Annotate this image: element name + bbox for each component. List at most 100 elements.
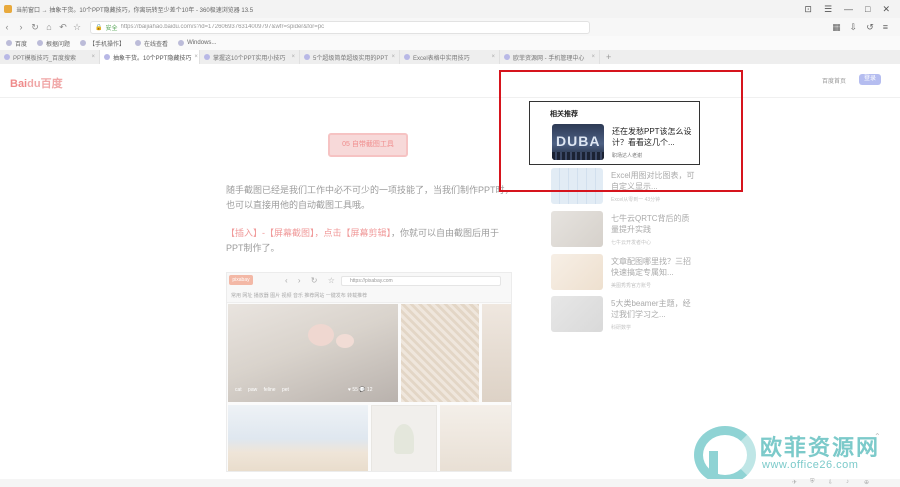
bookmark-icon	[135, 40, 142, 46]
tab-favicon-icon	[4, 54, 10, 60]
tab-close-icon[interactable]: ×	[194, 54, 198, 60]
article-screenshot-image: pixabay ‹ › ↻ ☆ https://pixabay.com 常用 网…	[226, 272, 512, 472]
shield-icon[interactable]: ⛨	[810, 479, 815, 486]
tab-excel-tips[interactable]: Excel表格中实用技巧 ×	[400, 50, 500, 64]
recommend-thumbnail	[551, 254, 603, 290]
tab-favicon-icon	[404, 54, 410, 60]
download-status-icon[interactable]: ⇩	[828, 479, 833, 486]
tab-close-icon[interactable]: ×	[491, 54, 495, 60]
baidu-logo[interactable]: Baidu百度	[10, 75, 63, 91]
address-bar[interactable]: 🔒 安全 https://baijiahao.baidu.com/s?id=17…	[90, 20, 590, 34]
tab-current-article[interactable]: 抽象干货。10个PPT隐藏技巧 ×	[100, 50, 200, 64]
maximize-icon[interactable]: □	[865, 4, 870, 15]
bookmark-icon	[178, 40, 185, 46]
paw-shape	[336, 334, 354, 348]
tab-ppt-tips[interactable]: 掌握这10个PPT实用小技巧 ×	[200, 50, 300, 64]
tab-close-icon[interactable]: ×	[391, 54, 395, 60]
embedded-bookmarks: 常用 网址 播放器 图片 视频 音乐 推荐网站 一键发布 转载推荐	[231, 293, 368, 299]
baidu-home-link[interactable]: 百度首页	[822, 76, 846, 85]
watermark-url: www.office26.com	[762, 459, 859, 471]
bookmark-item[interactable]: 根据问题	[37, 39, 70, 48]
embedded-browser-bar: pixabay ‹ › ↻ ☆ https://pixabay.com 常用 网…	[227, 273, 511, 303]
beach-photo	[228, 405, 368, 471]
undo-close-icon[interactable]: ↺	[866, 22, 874, 33]
tab-office26[interactable]: 欧菲资源网 - 手机管理中心 ×	[500, 50, 600, 64]
url-text[interactable]: https://baijiahao.baidu.com/s?id=1726069…	[121, 24, 325, 30]
paw-shape	[308, 324, 334, 346]
minimize-icon[interactable]: —	[844, 4, 853, 15]
skin-icon[interactable]: ⊡	[804, 4, 812, 15]
photo-stats: ♥ 55 💬 12	[348, 387, 373, 393]
extensions-icon[interactable]: ▦	[832, 22, 841, 33]
site-header: Baidu百度 百度首页 登录	[0, 64, 900, 98]
back-icon[interactable]: ‹	[0, 22, 14, 32]
tree-photo	[482, 304, 511, 402]
bookmark-icon	[37, 40, 44, 46]
bookmark-icon	[6, 40, 12, 46]
straw-photo	[401, 304, 479, 402]
recommend-item-title[interactable]: 七牛云QRTC背后的质量提升实践	[611, 213, 695, 235]
tab-ppt-simple[interactable]: 5个超级简单超级实用的PPT ×	[300, 50, 400, 64]
photo-tags: cat paw feline pet	[235, 387, 289, 393]
tab-close-icon[interactable]: ×	[291, 54, 295, 60]
recommend-item-source: 美图秀秀官方账号	[611, 283, 652, 289]
browser-logo-icon	[4, 5, 12, 13]
login-button[interactable]: 登录	[859, 74, 881, 85]
recommend-item[interactable]: 文章配图哪里找？三招快速搞定专属知... 美图秀秀官方账号	[551, 254, 701, 290]
undo-icon[interactable]: ↶	[56, 22, 70, 33]
browser-title-bar: 当前窗口 → 抽象干货。10个PPT隐藏技巧，你离玩转至少差个10年 - 360…	[0, 0, 900, 18]
zoom-icon[interactable]: ⊕	[864, 479, 869, 486]
favorite-star-icon[interactable]: ☆	[70, 22, 84, 33]
bookmark-item[interactable]: 【手机操作】	[80, 39, 125, 48]
highlight-annotation-box	[499, 70, 743, 192]
tab-favicon-icon	[304, 54, 310, 60]
recommend-thumbnail	[551, 296, 603, 332]
menu-icon[interactable]: ☰	[824, 4, 832, 15]
forward-icon[interactable]: ›	[14, 22, 28, 32]
pixabay-logo: pixabay	[229, 275, 253, 285]
tab-close-icon[interactable]: ×	[591, 54, 595, 60]
back-to-top-icon[interactable]: ⌃	[874, 432, 881, 441]
browser-status-bar: ✈ ⛨ ⇩ ♪ ⊕	[0, 479, 900, 487]
drink-photo	[440, 405, 511, 471]
plant-shape	[394, 424, 414, 454]
cat-paw-photo: cat paw feline pet ♥ 55 💬 12	[228, 304, 398, 402]
browser-toolbar: ‹ › ↻ ⌂ ↶ ☆ 🔒 安全 https://baijiahao.baidu…	[0, 18, 900, 36]
embedded-nav-icons: ‹ › ↻ ☆	[285, 276, 339, 285]
new-tab-button[interactable]: +	[600, 52, 611, 62]
home-icon[interactable]: ⌂	[42, 22, 56, 32]
download-icon[interactable]: ⇩	[850, 22, 858, 33]
bookmark-item[interactable]: Windows...	[178, 40, 216, 46]
tab-ppt-search[interactable]: PPT模板技巧_百度搜索 ×	[0, 50, 100, 64]
tab-favicon-icon	[204, 54, 210, 60]
tab-favicon-icon	[104, 54, 110, 60]
recommend-thumbnail	[551, 211, 603, 247]
reload-icon[interactable]: ↻	[28, 22, 42, 33]
section-heading: 05 自带截图工具	[328, 133, 408, 157]
rocket-icon[interactable]: ✈	[792, 479, 797, 486]
toolbar-right-controls: ▦ ⇩ ↺ ≡	[832, 22, 900, 33]
tab-favicon-icon	[504, 54, 510, 60]
room-photo	[371, 405, 437, 471]
recommend-item-source: Excel从零到一 43分钟	[611, 197, 661, 203]
bookmark-item[interactable]: 百度	[6, 39, 27, 48]
close-icon[interactable]: ✕	[882, 4, 890, 15]
lock-icon: 🔒	[95, 24, 103, 31]
window-controls: ⊡ ☰ — □ ✕	[804, 4, 900, 15]
bookmark-item[interactable]: 在线查看	[135, 39, 168, 48]
recommend-item-title[interactable]: 文章配图哪里找？三招快速搞定专属知...	[611, 256, 695, 278]
office26-logo-icon	[694, 426, 756, 484]
recommend-item-source: 科研数学	[611, 325, 632, 331]
window-title: 当前窗口 → 抽象干货。10个PPT隐藏技巧，你离玩转至少差个10年 - 360…	[16, 7, 254, 14]
recommend-item-title[interactable]: 5大类beamer主题，经过我们学习之...	[611, 298, 695, 320]
recommend-item[interactable]: 七牛云QRTC背后的质量提升实践 七牛云开发者中心	[551, 211, 701, 247]
safe-label: 安全	[105, 25, 118, 32]
watermark-title: 欧菲资源网	[760, 435, 881, 460]
sound-icon[interactable]: ♪	[846, 479, 849, 485]
settings-menu-icon[interactable]: ≡	[883, 22, 888, 33]
tab-close-icon[interactable]: ×	[91, 54, 95, 60]
bookmarks-bar: 百度 根据问题 【手机操作】 在线查看 Windows...	[0, 36, 900, 50]
article-paragraph-2: 【插入】-【屏幕截图】，点击【屏幕剪辑】，你就可以自由截图后用于PPT制作了。	[226, 228, 500, 253]
bookmark-icon	[80, 40, 87, 46]
recommend-item[interactable]: 5大类beamer主题，经过我们学习之... 科研数学	[551, 296, 701, 332]
